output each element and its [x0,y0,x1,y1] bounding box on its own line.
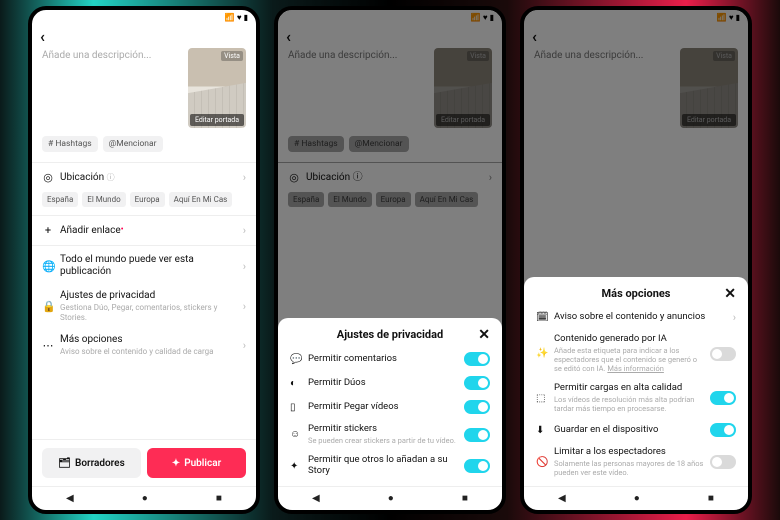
toggle-stickers[interactable] [464,428,490,442]
download-icon: ⬇ [536,425,548,436]
publish-icon: ✦ [172,458,180,469]
sheet-title: Más opciones [602,287,671,300]
nav-recent-icon[interactable]: ■ [216,493,222,504]
stitch-icon: ▯ [290,402,302,413]
allow-stitch-row[interactable]: ▯ Permitir Pegar vídeos [290,395,490,419]
phone-post-screen: 📶 ♥ ▮ ‹ Añade una descripción... Vista E… [28,6,260,514]
android-navbar: ◀ ● ■ [278,486,502,510]
header: ‹ [32,24,256,48]
allow-stickers-row[interactable]: ☺ Permitir stickersSe pueden crear stick… [290,419,490,450]
nav-recent-icon[interactable]: ■ [462,493,468,504]
phone-more-options-sheet: 📶 ♥ ▮ ‹ Añade una descripción... Vista E… [520,6,752,514]
description-input[interactable]: Añade una descripción... [42,48,182,128]
edit-cover-button[interactable]: Editar portada [190,114,244,126]
toggle-audience-limit[interactable] [710,455,736,469]
mention-chip[interactable]: @Mencionar [103,136,163,152]
chevron-right-icon: › [243,224,246,237]
globe-icon: 🌐 [42,260,54,273]
android-navbar: ◀ ● ■ [524,486,748,510]
drafts-icon: 🗂 [58,458,71,469]
nav-back-icon[interactable]: ◀ [312,493,320,504]
plus-icon: + [42,224,54,237]
location-chip[interactable]: El Mundo [82,192,125,207]
preview-badge: Vista [221,51,243,61]
toggle-comments[interactable] [464,352,490,366]
chevron-right-icon: › [243,300,246,313]
location-row[interactable]: ◎ Ubicación ⓘ › [42,165,246,190]
hashtags-chip[interactable]: # Hashtags [42,136,98,152]
location-chip[interactable]: Europa [130,192,165,207]
nav-home-icon[interactable]: ● [388,493,394,504]
more-options-row[interactable]: ⋯ Más opciones Aviso sobre el contenido … [42,328,246,363]
back-icon[interactable]: ‹ [40,27,45,46]
nav-home-icon[interactable]: ● [142,493,148,504]
more-options-sheet: Más opciones ✕ 🗓 Aviso sobre el contenid… [524,277,748,486]
hq-upload-row[interactable]: ⬚ Permitir cargas en alta calidadLos víd… [536,378,736,418]
visibility-row[interactable]: 🌐 Todo el mundo puede ver esta publicaci… [42,248,246,284]
location-icon: ◎ [42,171,54,184]
chevron-right-icon: › [243,260,246,273]
restrict-icon: 🚫 [536,457,548,468]
calendar-icon: 🗓 [536,312,548,323]
duet-icon: ◐ [290,378,302,389]
location-chip[interactable]: España [42,192,78,207]
audience-limit-row[interactable]: 🚫 Limitar a los espectadoresSolamente la… [536,442,736,482]
nav-back-icon[interactable]: ◀ [66,493,74,504]
allow-story-row[interactable]: ✦ Permitir que otros lo añadan a su Stor… [290,450,490,482]
nav-home-icon[interactable]: ● [634,493,640,504]
more-info-link[interactable]: Más información [607,364,664,373]
ai-content-row[interactable]: ✨ Contenido generado por IA Añade esta e… [536,329,736,378]
lock-icon: 🔒 [42,300,54,313]
drafts-button[interactable]: 🗂Borradores [42,448,141,478]
toggle-hq[interactable] [710,391,736,405]
privacy-sheet: Ajustes de privacidad ✕ 💬 Permitir comen… [278,318,502,486]
video-thumbnail[interactable]: Vista Editar portada [188,48,246,128]
publish-button[interactable]: ✦Publicar [147,448,246,478]
more-icon: ⋯ [42,339,54,352]
chevron-right-icon: › [243,339,246,352]
allow-duets-row[interactable]: ◐ Permitir Dúos [290,371,490,395]
sticker-icon: ☺ [290,429,302,440]
toggle-stitch[interactable] [464,400,490,414]
chevron-right-icon: › [243,171,246,184]
ai-icon: ✨ [536,348,548,359]
add-link-row[interactable]: + Añadir enlace• › [42,218,246,243]
content-disclosure-row[interactable]: 🗓 Aviso sobre el contenido y anuncios › [536,306,736,329]
android-navbar: ◀ ● ■ [32,486,256,510]
toggle-save-device[interactable] [710,423,736,437]
toggle-duets[interactable] [464,376,490,390]
toggle-ai-label[interactable] [710,347,736,361]
nav-recent-icon[interactable]: ■ [708,493,714,504]
phone-privacy-sheet: 📶 ♥ ▮ ‹ Añade una descripción... Vista E… [274,6,506,514]
location-chip[interactable]: Aquí En Mi Cas [169,192,233,207]
hd-icon: ⬚ [536,393,548,404]
story-icon: ✦ [290,461,302,472]
privacy-settings-row[interactable]: 🔒 Ajustes de privacidad Gestiona Dúo, Pe… [42,284,246,328]
allow-comments-row[interactable]: 💬 Permitir comentarios [290,347,490,371]
close-icon[interactable]: ✕ [724,286,736,302]
status-bar: 📶 ♥ ▮ [32,10,256,24]
comment-icon: 💬 [290,354,302,365]
chevron-right-icon: › [733,311,736,324]
toggle-story[interactable] [464,459,490,473]
sheet-title: Ajustes de privacidad [337,328,443,341]
nav-back-icon[interactable]: ◀ [558,493,566,504]
close-icon[interactable]: ✕ [478,327,490,343]
save-device-row[interactable]: ⬇ Guardar en el dispositivo [536,418,736,442]
